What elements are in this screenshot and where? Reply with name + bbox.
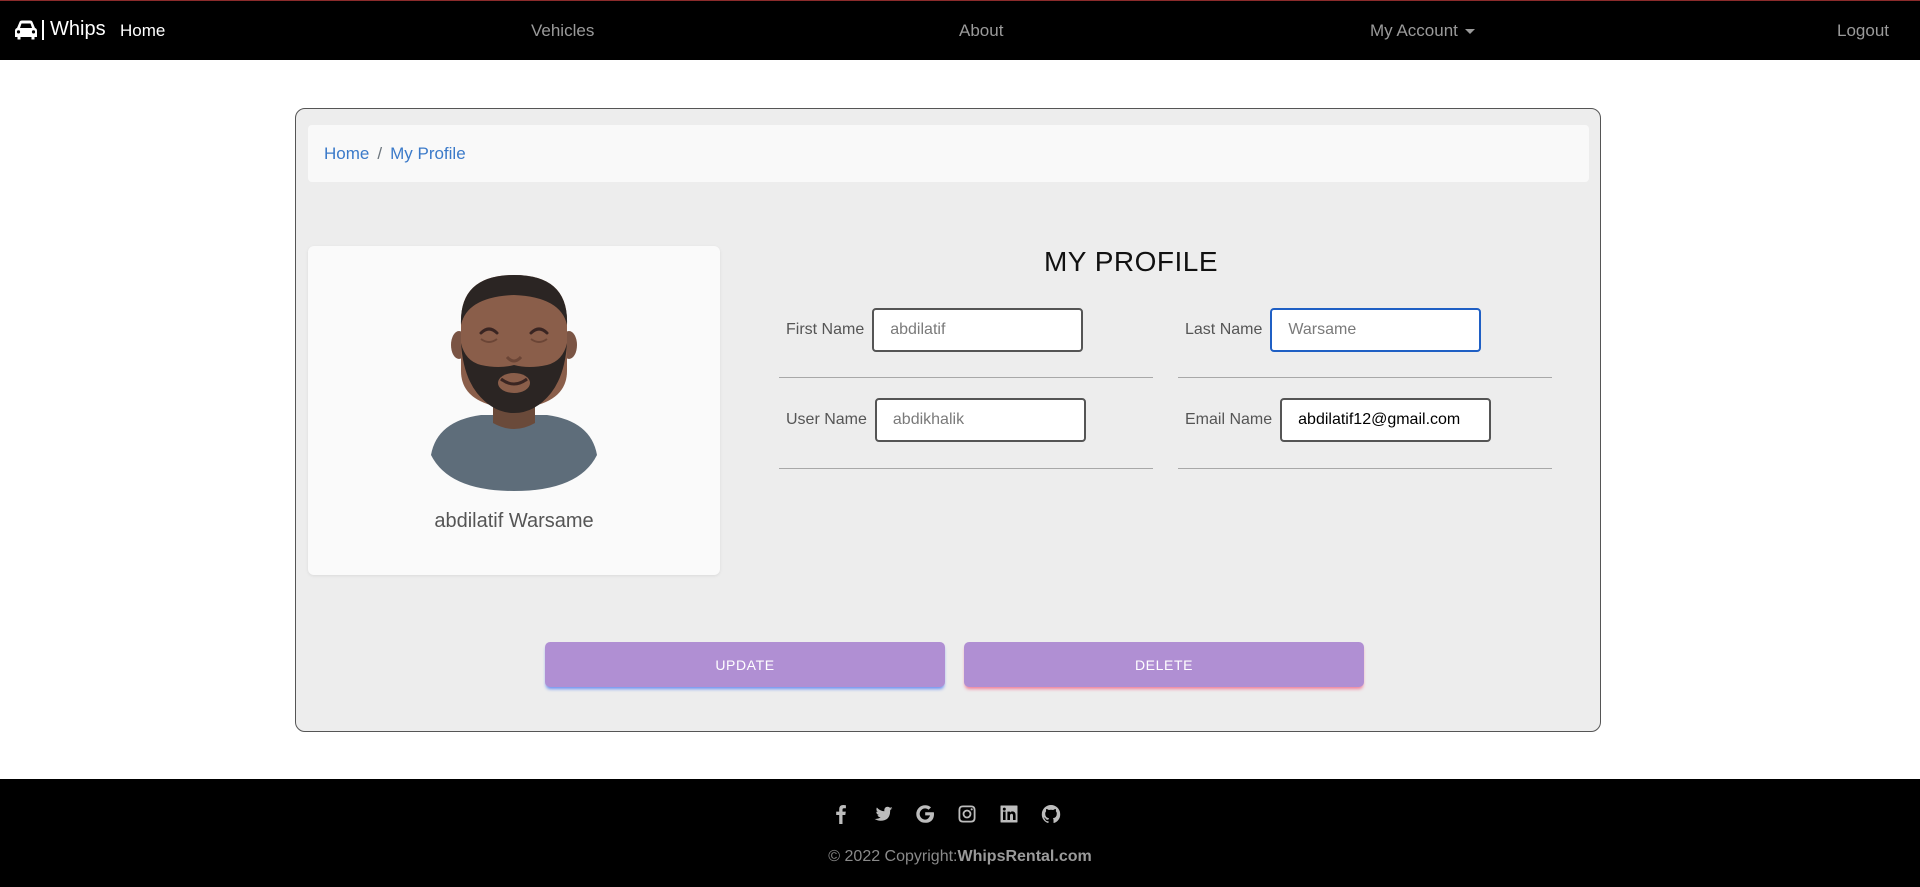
brand-separator — [42, 19, 44, 40]
breadcrumb-home[interactable]: Home — [324, 144, 369, 164]
first-name-input[interactable] — [872, 308, 1084, 352]
user-name-label: User Name — [786, 411, 867, 428]
email-group: Email Name — [1185, 398, 1492, 442]
instagram-icon[interactable] — [956, 803, 977, 824]
facebook-icon[interactable] — [830, 803, 851, 824]
brand-link[interactable]: Whips — [12, 18, 106, 41]
update-button[interactable]: UPDATE — [545, 642, 945, 687]
email-input[interactable] — [1280, 398, 1492, 442]
car-icon — [15, 20, 37, 39]
breadcrumb-separator: / — [377, 143, 383, 163]
last-name-group: Last Name — [1185, 308, 1482, 352]
profile-full-name: abdilatif Warsame — [434, 510, 594, 532]
divider — [1178, 377, 1552, 378]
copyright-prefix: © 2022 Copyright: — [828, 848, 958, 865]
copyright-site-link[interactable]: WhipsRental.com — [957, 848, 1091, 865]
first-name-label: First Name — [786, 321, 865, 338]
user-avatar — [431, 275, 597, 491]
twitter-icon[interactable] — [872, 803, 893, 824]
nav-vehicles[interactable]: Vehicles — [531, 21, 594, 41]
last-name-label: Last Name — [1185, 321, 1263, 338]
breadcrumb: Home / My Profile — [308, 125, 1589, 182]
brand-name: Whips — [50, 18, 106, 40]
social-links — [830, 803, 1061, 824]
delete-button[interactable]: DELETE — [964, 642, 1364, 687]
breadcrumb-current[interactable]: My Profile — [390, 144, 466, 164]
google-icon[interactable] — [914, 803, 935, 824]
divider — [779, 468, 1153, 469]
nav-about[interactable]: About — [959, 21, 1003, 41]
first-name-group: First Name — [786, 308, 1084, 352]
footer: © 2022 Copyright:WhipsRental.com — [0, 779, 1920, 887]
copyright-text: © 2022 Copyright:WhipsRental.com — [0, 848, 1920, 866]
nav-logout[interactable]: Logout — [1837, 21, 1889, 41]
nav-home[interactable]: Home — [120, 21, 165, 41]
divider — [779, 377, 1153, 378]
last-name-input[interactable] — [1270, 308, 1482, 352]
page-title: MY PROFILE — [1043, 246, 1219, 277]
user-name-input[interactable] — [874, 398, 1086, 442]
profile-container: Home / My Profile abdilatif Warsame MY P… — [295, 108, 1601, 732]
navbar: Whips Home Vehicles About My Account Log… — [0, 0, 1920, 60]
email-label: Email Name — [1185, 411, 1273, 428]
nav-my-account-dropdown[interactable]: My Account — [1370, 21, 1475, 41]
user-name-group: User Name — [786, 398, 1086, 442]
caret-down-icon — [1464, 29, 1475, 35]
profile-card: abdilatif Warsame — [308, 246, 720, 575]
divider — [1178, 468, 1552, 469]
github-icon[interactable] — [1040, 803, 1061, 824]
nav-my-account-label: My Account — [1370, 21, 1458, 40]
linkedin-icon[interactable] — [998, 803, 1019, 824]
